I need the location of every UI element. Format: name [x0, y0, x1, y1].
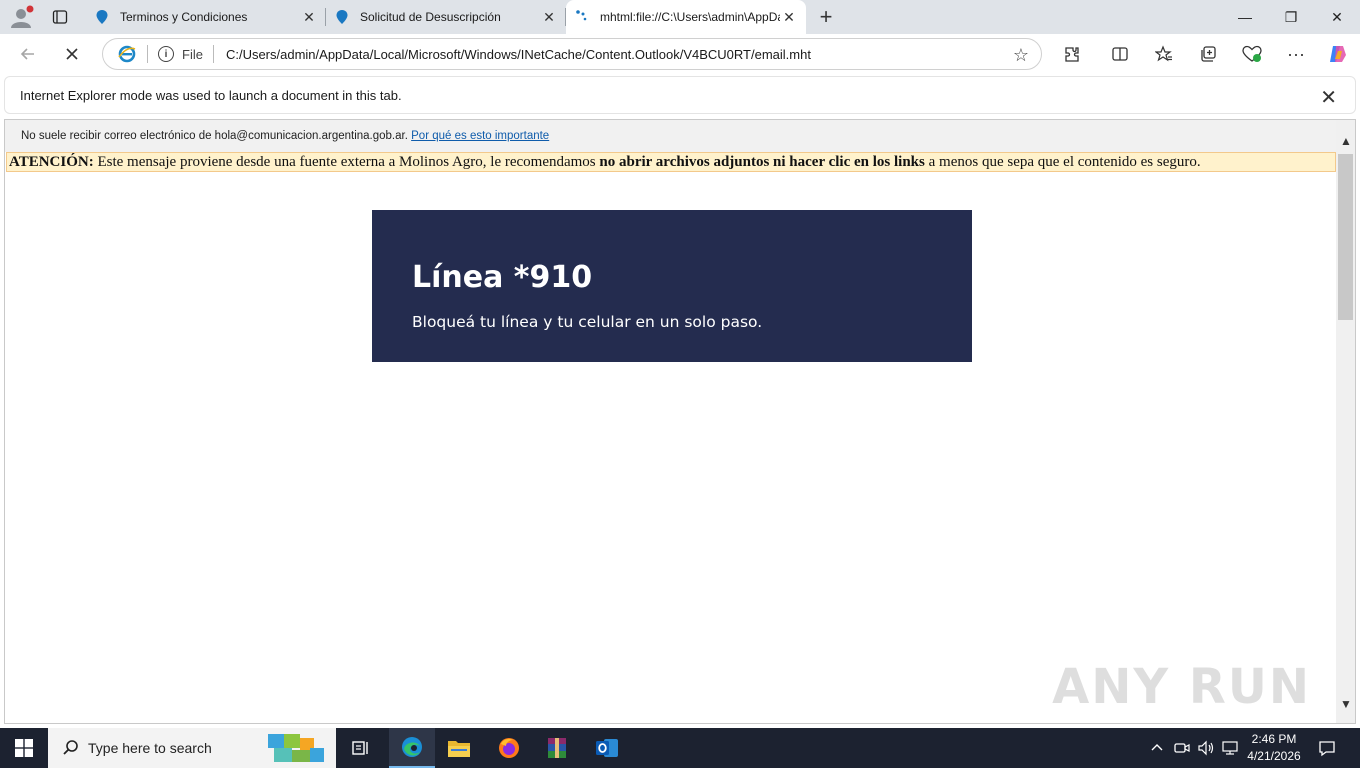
- tab-solicitud[interactable]: Solicitud de Desuscripción ✕: [326, 0, 566, 34]
- speaker-icon: [1198, 740, 1214, 756]
- separator: [147, 45, 148, 63]
- tab-strip: Terminos y Condiciones ✕ Solicitud de De…: [0, 0, 1360, 34]
- map-pin-icon: [96, 10, 108, 24]
- task-view-icon: [352, 741, 368, 755]
- split-screen-icon[interactable]: [1108, 42, 1132, 66]
- windows-taskbar: Type here to search 2:46 PM 4/21/2026: [0, 728, 1360, 768]
- back-button[interactable]: [14, 40, 42, 68]
- notifications-button[interactable]: [1318, 728, 1336, 768]
- tab-title: Terminos y Condiciones: [120, 10, 248, 24]
- scroll-thumb[interactable]: [1338, 154, 1353, 320]
- edge-icon: [402, 737, 422, 757]
- warning-text-1: Este mensaje proviene desde una fuente e…: [93, 154, 600, 170]
- separator: [212, 45, 214, 63]
- warning-label: ATENCIÓN:: [9, 154, 94, 170]
- restore-button[interactable]: ❐: [1268, 0, 1314, 34]
- taskbar-winrar[interactable]: [534, 728, 580, 768]
- start-button[interactable]: [0, 728, 48, 768]
- search-placeholder: Type here to search: [88, 740, 212, 756]
- stop-loading-button[interactable]: [58, 40, 86, 68]
- close-window-button[interactable]: ✕: [1314, 0, 1360, 34]
- taskbar-firefox[interactable]: [486, 728, 532, 768]
- winrar-icon: [548, 738, 566, 758]
- why-important-link[interactable]: Por qué es esto importante: [411, 130, 549, 142]
- outlook-icon: [596, 739, 618, 757]
- chevron-up-icon: [1151, 744, 1163, 751]
- firefox-icon: [499, 738, 519, 758]
- profile-icon: [11, 5, 34, 28]
- new-tab-button[interactable]: +: [814, 4, 838, 29]
- copilot-icon[interactable]: [1326, 42, 1350, 66]
- tab-title: mhtml:file://C:\Users\admin\AppData: [600, 10, 780, 24]
- map-pin-icon: [336, 10, 348, 24]
- extensions-icon[interactable]: [1060, 42, 1084, 66]
- tab-title: Solicitud de Desuscripción: [360, 10, 501, 24]
- url-text[interactable]: C:/Users/admin/AppData/Local/Microsoft/W…: [226, 47, 811, 62]
- warning-bold-text: no abrir archivos adjuntos ni hacer clic…: [599, 154, 925, 170]
- network-icon: [1222, 741, 1238, 755]
- puzzle-news-icon: [268, 734, 324, 762]
- tab-actions-icon: [52, 10, 68, 24]
- profile-avatar[interactable]: [8, 5, 34, 29]
- camera-icon: [1174, 743, 1190, 753]
- stop-icon: [66, 48, 78, 60]
- task-view-button[interactable]: [338, 728, 384, 768]
- banner-subtitle: Bloqueá tu línea y tu celular en un solo…: [412, 313, 763, 331]
- external-sender-warning: ATENCIÓN: Este mensaje proviene desde un…: [6, 152, 1336, 172]
- favorite-star-icon[interactable]: ☆: [1013, 45, 1029, 66]
- search-icon: [63, 740, 78, 755]
- anyrun-watermark: ANY RUN: [1052, 659, 1311, 715]
- minimize-button[interactable]: —: [1222, 0, 1268, 34]
- outlook-note-text: No suele recibir correo electrónico de h…: [21, 130, 408, 142]
- browser-toolbar: i File C:/Users/admin/AppData/Local/Micr…: [0, 34, 1360, 74]
- back-arrow-icon: [20, 48, 34, 60]
- notification-icon: [1319, 741, 1335, 757]
- vertical-scrollbar[interactable]: ▲ ▼: [1336, 120, 1355, 723]
- tab-actions-button[interactable]: [46, 5, 74, 29]
- clock-time: 2:46 PM: [1251, 732, 1297, 746]
- site-info-icon[interactable]: i: [158, 46, 174, 62]
- ie-mode-infobar: Internet Explorer mode was used to launc…: [4, 76, 1356, 114]
- tab-close-icon[interactable]: ✕: [300, 8, 318, 26]
- tab-close-icon[interactable]: ✕: [540, 8, 558, 26]
- taskbar-clock[interactable]: 2:46 PM 4/21/2026: [1240, 731, 1308, 765]
- scheme-label: File: [182, 46, 203, 62]
- taskbar-edge[interactable]: [389, 728, 435, 768]
- tab-terminos[interactable]: Terminos y Condiciones ✕: [86, 0, 326, 34]
- show-hidden-icons[interactable]: [1150, 728, 1164, 768]
- warning-text-2: a menos que sepa que el contenido es seg…: [924, 154, 1201, 170]
- ie-mode-icon: [118, 45, 136, 63]
- loading-icon: [576, 10, 587, 21]
- address-bar[interactable]: i File C:/Users/admin/AppData/Local/Micr…: [102, 38, 1042, 70]
- page-viewport: No suele recibir correo electrónico de h…: [4, 119, 1356, 724]
- tray-meet-now[interactable]: [1174, 728, 1190, 768]
- taskbar-file-explorer[interactable]: [436, 728, 482, 768]
- banner-title: Línea *910: [412, 260, 593, 295]
- infobar-close-icon[interactable]: ✕: [1320, 85, 1337, 110]
- tab-close-icon[interactable]: ✕: [780, 8, 798, 26]
- clock-date: 4/21/2026: [1247, 749, 1301, 763]
- tray-volume[interactable]: [1198, 728, 1216, 768]
- favorites-icon[interactable]: [1152, 42, 1176, 66]
- browser-essentials-icon[interactable]: [1240, 42, 1264, 66]
- infobar-message: Internet Explorer mode was used to launc…: [20, 87, 402, 103]
- scroll-down-icon[interactable]: ▼: [1340, 697, 1352, 711]
- file-explorer-icon: [448, 741, 470, 757]
- more-options-icon[interactable]: ···: [1284, 42, 1308, 66]
- windows-logo-icon: [15, 739, 33, 757]
- tab-email-mht[interactable]: mhtml:file://C:\Users\admin\AppData ✕: [566, 0, 806, 34]
- outlook-safety-note: No suele recibir correo electrónico de h…: [5, 120, 1337, 152]
- taskbar-search-box[interactable]: Type here to search: [48, 728, 336, 768]
- email-banner: Línea *910 Bloqueá tu línea y tu celular…: [372, 210, 972, 362]
- scroll-up-icon[interactable]: ▲: [1340, 134, 1352, 148]
- tray-network[interactable]: [1222, 728, 1240, 768]
- collections-icon[interactable]: [1196, 42, 1220, 66]
- taskbar-outlook[interactable]: [584, 728, 630, 768]
